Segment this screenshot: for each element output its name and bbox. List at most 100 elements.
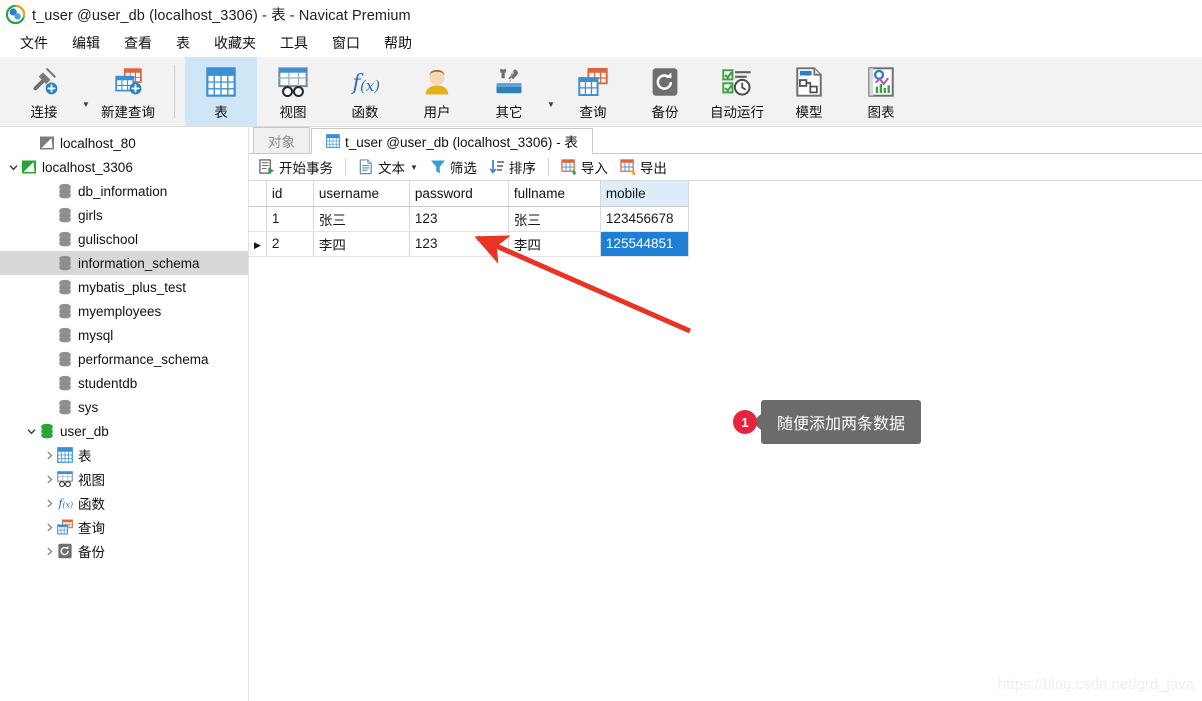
data-table: id username password fullname mobile 1 张三 123 张… (249, 181, 689, 257)
chevron-right-icon[interactable] (42, 474, 56, 484)
sidebar-tree[interactable]: localhost_80 localhost_3306 db_information… (0, 127, 249, 701)
ribbon-button-label: 模型 (795, 105, 823, 120)
new-query-icon (113, 65, 143, 99)
callout-text: 随便添加两条数据 (751, 400, 922, 444)
cell-username[interactable]: 张三 (313, 206, 410, 232)
menu-window[interactable]: 窗口 (320, 30, 372, 56)
transaction-icon (259, 159, 275, 175)
menu-favorites[interactable]: 收藏夹 (202, 30, 268, 56)
svg-text:(x): (x) (360, 77, 380, 95)
ribbon-button-model[interactable]: 模型 (773, 57, 845, 126)
sidebar-item-girls[interactable]: girls (0, 203, 248, 227)
chevron-down-icon[interactable]: ▼ (410, 163, 418, 172)
grid-toolbar-filter-button[interactable]: 筛选 (424, 155, 483, 179)
cell-id[interactable]: 1 (266, 206, 314, 232)
ribbon-button-label: 自动运行 (710, 105, 764, 120)
sidebar-item-user_db[interactable]: user_db (0, 419, 248, 443)
ribbon-button-view[interactable]: 视图 (257, 57, 329, 126)
sidebar-item-label: 查询 (78, 521, 105, 536)
title-bar: t_user @user_db (localhost_3306) - 表 - N… (0, 0, 1202, 28)
chevron-right-icon[interactable] (42, 498, 56, 508)
ribbon-button-label: 查询 (579, 105, 607, 120)
grid-toolbar-text-button[interactable]: 文本 ▼ (352, 155, 424, 179)
column-header-id[interactable]: id (266, 181, 314, 207)
column-header-username[interactable]: username (313, 181, 410, 207)
column-header-fullname[interactable]: fullname (508, 181, 601, 207)
table-row[interactable]: 1 张三 123 张三 123456678 (249, 206, 689, 232)
ribbon-button-backup[interactable]: 备份 (629, 57, 701, 126)
grid-toolbar-import-button[interactable]: 导入 (555, 155, 614, 179)
ribbon-button-function[interactable]: f (x) 函数 (329, 57, 401, 126)
sidebar-item-gulischool[interactable]: gulischool (0, 227, 248, 251)
chevron-down-icon[interactable]: ▼ (80, 57, 92, 126)
chevron-right-icon[interactable] (42, 450, 56, 460)
chevron-down-icon[interactable] (24, 427, 38, 436)
column-header-mobile[interactable]: mobile (600, 181, 689, 207)
grid-toolbar-transaction-button[interactable]: 开始事务 (253, 155, 339, 179)
ribbon-button-connection[interactable]: 连接 (8, 57, 80, 126)
sidebar-item-mysql[interactable]: mysql (0, 323, 248, 347)
sidebar-item-mybatis_plus_test[interactable]: mybatis_plus_test (0, 275, 248, 299)
tab-objects[interactable]: 对象 (253, 127, 310, 153)
chevron-down-icon[interactable]: ▼ (545, 57, 557, 126)
column-header-password[interactable]: password (409, 181, 509, 207)
tab-table-editor[interactable]: t_user @user_db (localhost_3306) - 表 (311, 128, 593, 154)
sort-icon (489, 159, 505, 175)
menu-edit[interactable]: 编辑 (60, 30, 112, 56)
menu-file[interactable]: 文件 (8, 30, 60, 56)
sidebar-item-cn14[interactable]: 视图 (0, 467, 248, 491)
sidebar-item-cn13[interactable]: 表 (0, 443, 248, 467)
grid-toolbar-label: 文本 (378, 161, 405, 176)
cell-mobile[interactable]: 123456678 (600, 206, 689, 232)
sidebar-item-label: db_information (78, 183, 168, 199)
row-current-marker: ▶ (249, 231, 267, 257)
chevron-right-icon[interactable] (42, 522, 56, 532)
database-gray-icon (56, 375, 74, 391)
grid-toolbar: 开始事务 文本 ▼ 筛选 排序 导入 导出 (249, 154, 1202, 181)
menu-table[interactable]: 表 (164, 30, 202, 56)
ribbon-button-new-query[interactable]: 新建查询 (92, 57, 164, 126)
cell-username[interactable]: 李四 (313, 231, 410, 257)
sidebar-item-information_schema[interactable]: information_schema (0, 251, 248, 275)
grid-toolbar-export-button[interactable]: 导出 (614, 155, 673, 179)
toolbar-separator (345, 158, 346, 176)
menu-help[interactable]: 帮助 (372, 30, 424, 56)
sidebar-item-cn17[interactable]: 备份 (0, 539, 248, 563)
cell-password[interactable]: 123 (409, 231, 509, 257)
menu-view[interactable]: 查看 (112, 30, 164, 56)
ribbon-button-others[interactable]: 其它 (473, 57, 545, 126)
ribbon-button-user[interactable]: 用户 (401, 57, 473, 126)
ribbon-button-query[interactable]: 查询 (557, 57, 629, 126)
tab-strip: 对象 t_user @user_db (localhost_3306) - 表 (249, 127, 1202, 154)
table-row[interactable]: ▶ 2 李四 123 李四 125544851 (249, 231, 689, 257)
sidebar-item-sys[interactable]: sys (0, 395, 248, 419)
sidebar-item-cn16[interactable]: 查询 (0, 515, 248, 539)
sidebar-item-label: girls (78, 207, 103, 223)
main-area: localhost_80 localhost_3306 db_information… (0, 127, 1202, 701)
cell-password[interactable]: 123 (409, 206, 509, 232)
sidebar-item-label: 备份 (78, 545, 105, 560)
cell-fullname[interactable]: 李四 (508, 231, 601, 257)
sidebar-item-performance_schema[interactable]: performance_schema (0, 347, 248, 371)
sidebar-item-studentdb[interactable]: studentdb (0, 371, 248, 395)
cell-id[interactable]: 2 (266, 231, 314, 257)
chevron-right-icon[interactable] (42, 546, 56, 556)
sidebar-item-localhost_3306[interactable]: localhost_3306 (0, 155, 248, 179)
chevron-down-icon[interactable] (6, 163, 20, 172)
cell-fullname[interactable]: 张三 (508, 206, 601, 232)
sidebar-item-cn15[interactable]: f (x) 函数 (0, 491, 248, 515)
text-icon (358, 159, 374, 175)
cell-mobile[interactable]: 125544851 (600, 231, 689, 257)
ribbon-button-table[interactable]: 表 (185, 57, 257, 126)
menu-tools[interactable]: 工具 (268, 30, 320, 56)
sidebar-item-localhost_80[interactable]: localhost_80 (0, 131, 248, 155)
ribbon-button-label: 视图 (279, 105, 307, 120)
sidebar-item-db_information[interactable]: db_information (0, 179, 248, 203)
sidebar-item-myemployees[interactable]: myemployees (0, 299, 248, 323)
ribbon-button-chart[interactable]: 图表 (845, 57, 917, 126)
database-gray-icon (56, 303, 74, 319)
data-grid[interactable]: id username password fullname mobile 1 张三 123 张… (249, 181, 1202, 257)
ribbon-button-automation[interactable]: 自动运行 (701, 57, 773, 126)
grid-toolbar-sort-button[interactable]: 排序 (483, 155, 542, 179)
automation-icon (722, 65, 752, 99)
